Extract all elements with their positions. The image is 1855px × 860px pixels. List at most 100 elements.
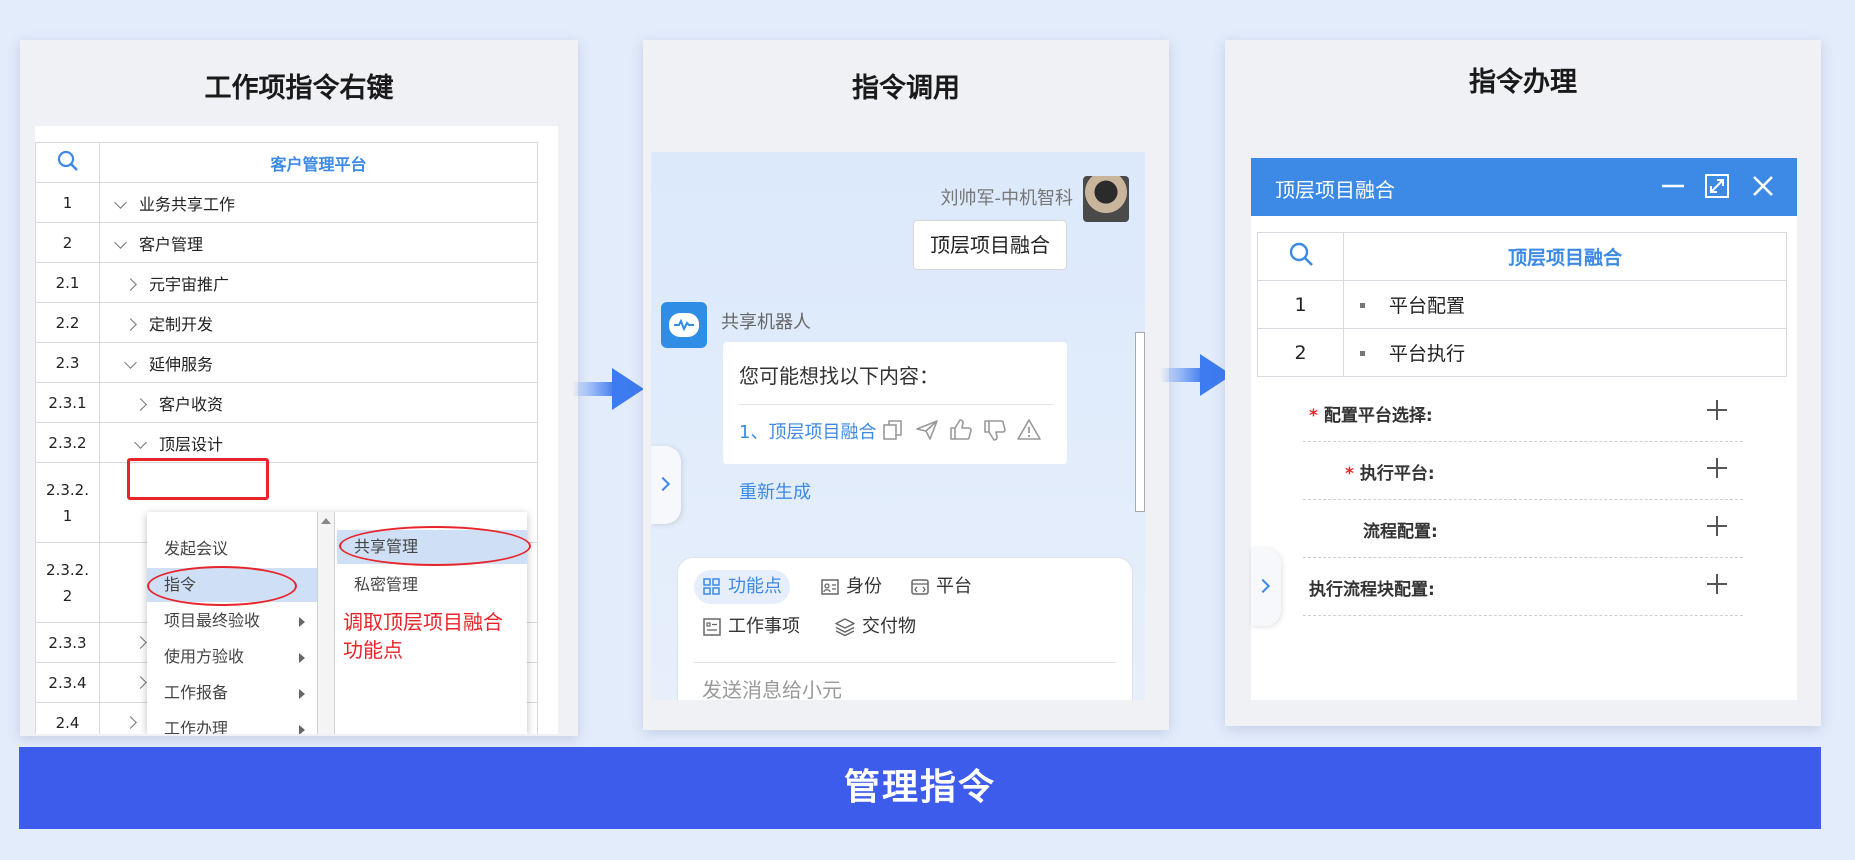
chevron-down-icon[interactable]: [114, 195, 127, 209]
menu-item-final-acceptance[interactable]: 项目最终验收: [147, 604, 317, 638]
chevron-right-icon[interactable]: [655, 476, 671, 492]
annotation-oval: [147, 566, 297, 606]
regenerate-button[interactable]: 重新生成: [739, 478, 811, 504]
dialog-header: 顶层项目融合: [1251, 158, 1797, 216]
tree-node[interactable]: 客户管理: [99, 222, 538, 263]
tree-node-label: 业务共享工作: [139, 194, 236, 214]
submenu-arrow-icon: [299, 653, 305, 663]
search-icon[interactable]: [1288, 241, 1314, 267]
add-icon[interactable]: [1707, 458, 1727, 478]
tree-node[interactable]: 定制开发: [99, 302, 538, 343]
chip-identity[interactable]: 身份: [812, 570, 890, 604]
row-number: 2.3: [35, 342, 100, 383]
table-row[interactable]: 2.3 延伸服务: [35, 342, 538, 383]
tree-node[interactable]: 客户收资: [99, 382, 538, 423]
avatar: [1083, 176, 1129, 222]
table-row[interactable]: 2.1 元宇宙推广: [35, 262, 538, 303]
form-label-text: 执行流程块配置:: [1309, 580, 1435, 600]
chevron-right-icon[interactable]: [1255, 578, 1271, 594]
chevron-right-icon[interactable]: [124, 317, 137, 331]
table-row[interactable]: 2.2 定制开发: [35, 302, 538, 343]
minimize-icon[interactable]: [1659, 172, 1687, 200]
tree-node[interactable]: 延伸服务: [99, 342, 538, 383]
chip-label: 交付物: [862, 616, 916, 637]
message-input[interactable]: 发送消息给小元: [702, 674, 842, 700]
table-row[interactable]: 2.3.1 客户收资: [35, 382, 538, 423]
context-menu: 发起会议 指令 项目最终验收 使用方验收 工作报备 工作办理 共享管理 私密管理…: [147, 512, 531, 734]
sidebar-toggle[interactable]: [651, 446, 681, 524]
sidebar-toggle[interactable]: [1251, 548, 1281, 626]
search-cell[interactable]: [1257, 232, 1344, 281]
search-icon[interactable]: [57, 150, 79, 172]
menu-scrollbar[interactable]: [317, 512, 335, 734]
add-icon[interactable]: [1707, 400, 1727, 420]
chevron-right-icon[interactable]: [124, 716, 137, 729]
tree-node-selected[interactable]: 顶层设计: [99, 422, 538, 463]
row-number: 2.4: [35, 702, 100, 734]
tree-header: 客户管理平台: [99, 142, 538, 183]
suggestion-link[interactable]: 1、顶层项目融合: [739, 418, 876, 444]
submenu-arrow-icon: [299, 689, 305, 699]
chip-platform[interactable]: 平台: [902, 570, 980, 604]
tree-node[interactable]: 业务共享工作: [99, 182, 538, 223]
search-cell[interactable]: [35, 142, 100, 183]
row-item[interactable]: 平台执行: [1343, 328, 1787, 377]
form-row-flow-config: 流程配置:: [1303, 500, 1743, 558]
chat-scrollbar[interactable]: [1135, 332, 1145, 512]
copy-icon[interactable]: [881, 418, 905, 442]
table-row[interactable]: 1 业务共享工作: [35, 182, 538, 223]
row-item[interactable]: 平台配置: [1343, 280, 1787, 329]
thumbs-down-icon[interactable]: [983, 418, 1007, 442]
add-icon[interactable]: [1707, 574, 1727, 594]
annotation-oval: [339, 526, 531, 566]
form-label: 执行流程块配置:: [1309, 575, 1435, 600]
close-icon[interactable]: [1749, 172, 1777, 200]
table-row[interactable]: 2 客户管理: [35, 222, 538, 263]
table-row[interactable]: 2.3.2 顶层设计: [35, 422, 538, 463]
chip-label: 工作事项: [728, 616, 800, 637]
chip-work-item[interactable]: 工作事项: [694, 610, 808, 644]
chevron-down-icon[interactable]: [124, 355, 137, 369]
row-number: 2: [1257, 328, 1344, 377]
bullet-icon: [1360, 303, 1365, 308]
row-number: 2.2: [35, 302, 100, 343]
maximize-icon[interactable]: [1703, 172, 1731, 200]
form-label-text: 执行平台:: [1359, 464, 1435, 484]
warning-icon[interactable]: [1017, 418, 1041, 442]
layers-icon: [835, 618, 855, 637]
menu-item-work-handling[interactable]: 工作办理: [147, 712, 317, 734]
chip-function-point[interactable]: 功能点: [694, 570, 790, 604]
table-row[interactable]: 2 平台执行: [1257, 328, 1787, 377]
chevron-down-icon[interactable]: [134, 435, 147, 449]
chevron-right-icon[interactable]: [134, 676, 147, 689]
dialog-table-header: 顶层项目融合: [1343, 232, 1787, 281]
add-icon[interactable]: [1707, 516, 1727, 536]
send-icon[interactable]: [915, 418, 939, 442]
row-number: 2.3.1: [35, 382, 100, 423]
tree-node[interactable]: 元宇宙推广: [99, 262, 538, 303]
row-label: 平台执行: [1389, 343, 1466, 365]
flow-arrow-icon: [572, 368, 644, 410]
form-label: * 执行平台:: [1345, 459, 1435, 484]
menu-item-work-report[interactable]: 工作报备: [147, 676, 317, 710]
row-number: 2.3.2. 1: [35, 462, 100, 543]
chip-deliverable[interactable]: 交付物: [826, 610, 924, 644]
tree-node-label: 客户收资: [159, 394, 224, 414]
annotation-line: 功能点: [343, 638, 403, 662]
user-name: 刘帅军-中机智科: [940, 188, 1074, 209]
chevron-right-icon[interactable]: [124, 277, 137, 291]
thumbs-up-icon[interactable]: [949, 418, 973, 442]
table-row[interactable]: 1 平台配置: [1257, 280, 1787, 329]
row-number: 1: [35, 182, 100, 223]
flow-arrow-icon: [1160, 354, 1232, 396]
scroll-up-icon[interactable]: [321, 518, 331, 524]
chevron-right-icon[interactable]: [134, 636, 147, 649]
row-label: 平台配置: [1389, 295, 1466, 317]
menu-item-user-acceptance[interactable]: 使用方验收: [147, 640, 317, 674]
menu-item-meeting[interactable]: 发起会议: [147, 532, 317, 566]
chevron-down-icon[interactable]: [114, 235, 127, 249]
tree-node-label: 顶层设计: [159, 434, 224, 454]
divider: [694, 662, 1116, 663]
submenu-item-private[interactable]: 私密管理: [337, 568, 527, 602]
chevron-right-icon[interactable]: [134, 397, 147, 411]
